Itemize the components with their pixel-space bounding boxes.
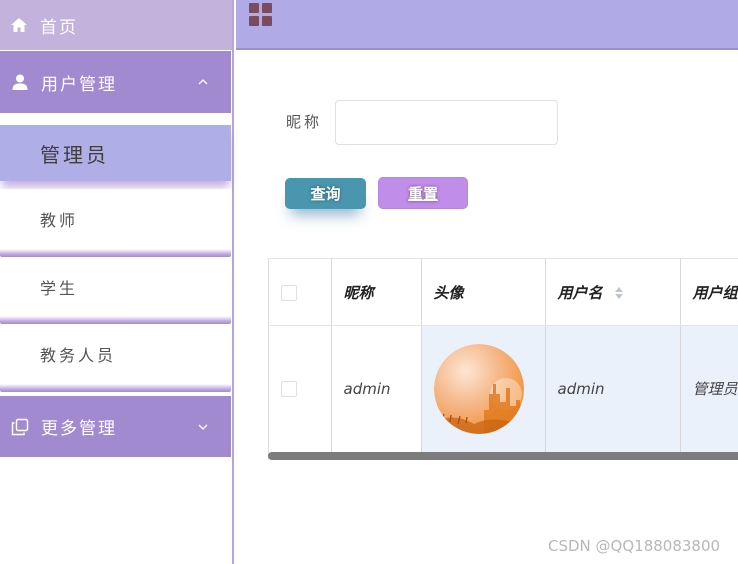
avatar[interactable] [433, 343, 524, 434]
row-checkbox[interactable] [281, 381, 297, 398]
sidebar-item-teacher-label: 教师 [40, 211, 79, 230]
cell-nickname: admin [331, 325, 422, 452]
table-row[interactable]: admin admin 管理员 [269, 325, 738, 452]
search-button[interactable]: 查询 [285, 178, 366, 209]
sidebar-item-admin[interactable]: 管理员 [0, 125, 231, 181]
column-header-avatar: 头像 [421, 258, 546, 326]
chevron-down-icon[interactable] [197, 421, 209, 433]
table-horizontal-scrollbar[interactable] [268, 452, 738, 460]
sidebar-divider [0, 316, 231, 324]
reset-button[interactable]: 重置 [378, 177, 468, 209]
sidebar-item-academic-staff-label: 教务人员 [40, 346, 117, 365]
column-header-nickname: 昵称 [331, 258, 422, 326]
cell-user-group: 管理员 [680, 325, 738, 452]
select-all-checkbox[interactable] [281, 284, 297, 301]
sidebar-item-academic-staff[interactable]: 教务人员 [0, 324, 231, 384]
sidebar-group-user-management[interactable]: 用户管理 [0, 51, 231, 113]
chevron-up-icon[interactable] [197, 76, 209, 88]
grid-menu-icon[interactable] [248, 2, 274, 28]
user-icon [12, 74, 28, 90]
sidebar-item-teacher[interactable]: 教师 [0, 189, 231, 249]
sidebar-group-more-management[interactable]: 更多管理 [0, 396, 231, 457]
top-header-bar [236, 0, 738, 50]
sidebar-divider [0, 249, 231, 257]
sidebar-group-user-management-label: 用户管理 [41, 74, 117, 95]
sidebar-group-more-management-label: 更多管理 [41, 419, 117, 439]
user-table: 昵称 头像 用户名 用户组 admin admin 管理员 [268, 258, 738, 460]
sidebar: 首页 用户管理 管理员 教师 学生 教务人员 更多管理 [0, 0, 234, 564]
sort-icon[interactable] [614, 286, 624, 300]
sidebar-item-admin-label: 管理员 [40, 142, 109, 167]
copy-icon [11, 418, 29, 435]
sidebar-item-home[interactable]: 首页 [0, 0, 232, 50]
watermark: CSDN @QQ188083800 [548, 537, 721, 555]
row-select-cell [269, 325, 332, 452]
select-all-cell [269, 258, 332, 326]
table-header-row: 昵称 头像 用户名 用户组 [269, 258, 738, 326]
column-header-username-label: 用户名 [557, 283, 603, 302]
sidebar-divider [0, 384, 231, 392]
sidebar-item-student[interactable]: 学生 [0, 257, 231, 316]
cell-username: admin [545, 325, 681, 452]
nickname-label: 昵称 [286, 113, 323, 131]
sidebar-item-student-label: 学生 [40, 278, 79, 298]
nickname-input[interactable] [335, 100, 558, 145]
column-header-username[interactable]: 用户名 [545, 258, 681, 326]
column-header-user-group: 用户组 [680, 258, 738, 326]
home-icon [11, 18, 27, 32]
sidebar-item-home-label: 首页 [40, 17, 78, 38]
cell-avatar [421, 325, 546, 452]
